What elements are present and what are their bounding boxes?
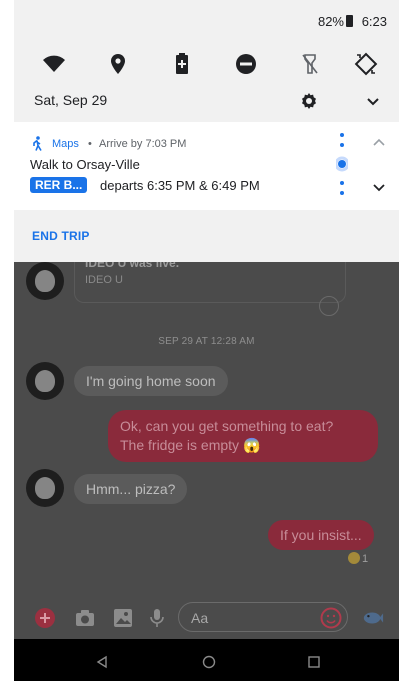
avatar [26,262,64,300]
battery-icon [346,15,353,27]
message-line: Ok, can you get something to eat? [120,418,334,434]
notification-app-name: Maps [52,138,79,150]
date-row: Sat, Sep 29 [14,84,399,118]
do-not-disturb-icon[interactable] [234,52,258,76]
microphone-icon[interactable] [146,607,168,629]
trip-progress-icon [336,133,348,195]
date-label: Sat, Sep 29 [34,92,108,108]
gallery-icon[interactable] [112,607,134,629]
notification-title: Walk to Orsay-Ville [30,157,140,172]
incoming-message[interactable]: I'm going home soon [74,366,228,396]
battery-percent: 82% [317,14,344,29]
gear-icon[interactable] [298,90,320,112]
status-bar: 82% 6:23 [14,0,399,44]
chevron-down-icon[interactable] [362,90,384,112]
home-icon[interactable] [202,655,216,669]
location-icon[interactable] [106,52,130,76]
avatar [26,362,64,400]
message-line: The fridge is empty 😱 [120,437,261,453]
clock: 6:23 [361,14,387,29]
walking-icon [33,136,42,151]
screen-edge [0,0,14,681]
arrival-time: Arrive by 7:03 PM [99,138,187,150]
transit-line-label: RER B... [35,178,83,192]
flashlight-icon[interactable] [298,52,322,76]
outgoing-message[interactable]: Ok, can you get something to eat? The fr… [108,410,378,462]
notification-actions: END TRIP [14,210,399,262]
date-separator: SEP 29 AT 12:28 AM [158,336,255,347]
heart-eyes-emoji-icon [348,552,360,564]
end-trip-button[interactable]: END TRIP [32,229,90,243]
plus-icon[interactable] [34,607,56,629]
chevron-down-icon[interactable] [369,180,389,196]
fish-sticker-icon[interactable] [362,607,384,629]
reaction-count: 1 [362,553,369,565]
emoji-icon[interactable] [320,607,342,629]
chevron-up-icon[interactable] [369,134,389,150]
wifi-icon[interactable] [42,52,66,76]
back-icon[interactable] [95,655,109,669]
incoming-message[interactable]: Hmm... pizza? [74,474,188,504]
departure-times: departs 6:35 PM & 6:49 PM [100,178,260,193]
avatar [26,469,64,507]
recents-icon[interactable] [307,655,321,669]
battery-saver-icon[interactable] [170,52,194,76]
camera-icon[interactable] [74,607,96,629]
separator-dot: • [88,138,92,150]
preview-subtitle: IDEO U [85,274,123,286]
outgoing-message[interactable]: If you insist... [268,520,374,550]
transit-line-badge: RER B... [30,177,88,193]
maps-notification[interactable]: Maps • Arrive by 7:03 PM Walk to Orsay-V… [14,122,399,210]
message-reaction[interactable]: 1 [348,552,368,565]
quick-settings-row [14,44,399,80]
auto-rotate-icon[interactable] [354,52,378,76]
add-reaction-icon[interactable] [319,296,339,316]
live-video-preview-card[interactable]: IDEO U was live. IDEO U [74,256,346,303]
